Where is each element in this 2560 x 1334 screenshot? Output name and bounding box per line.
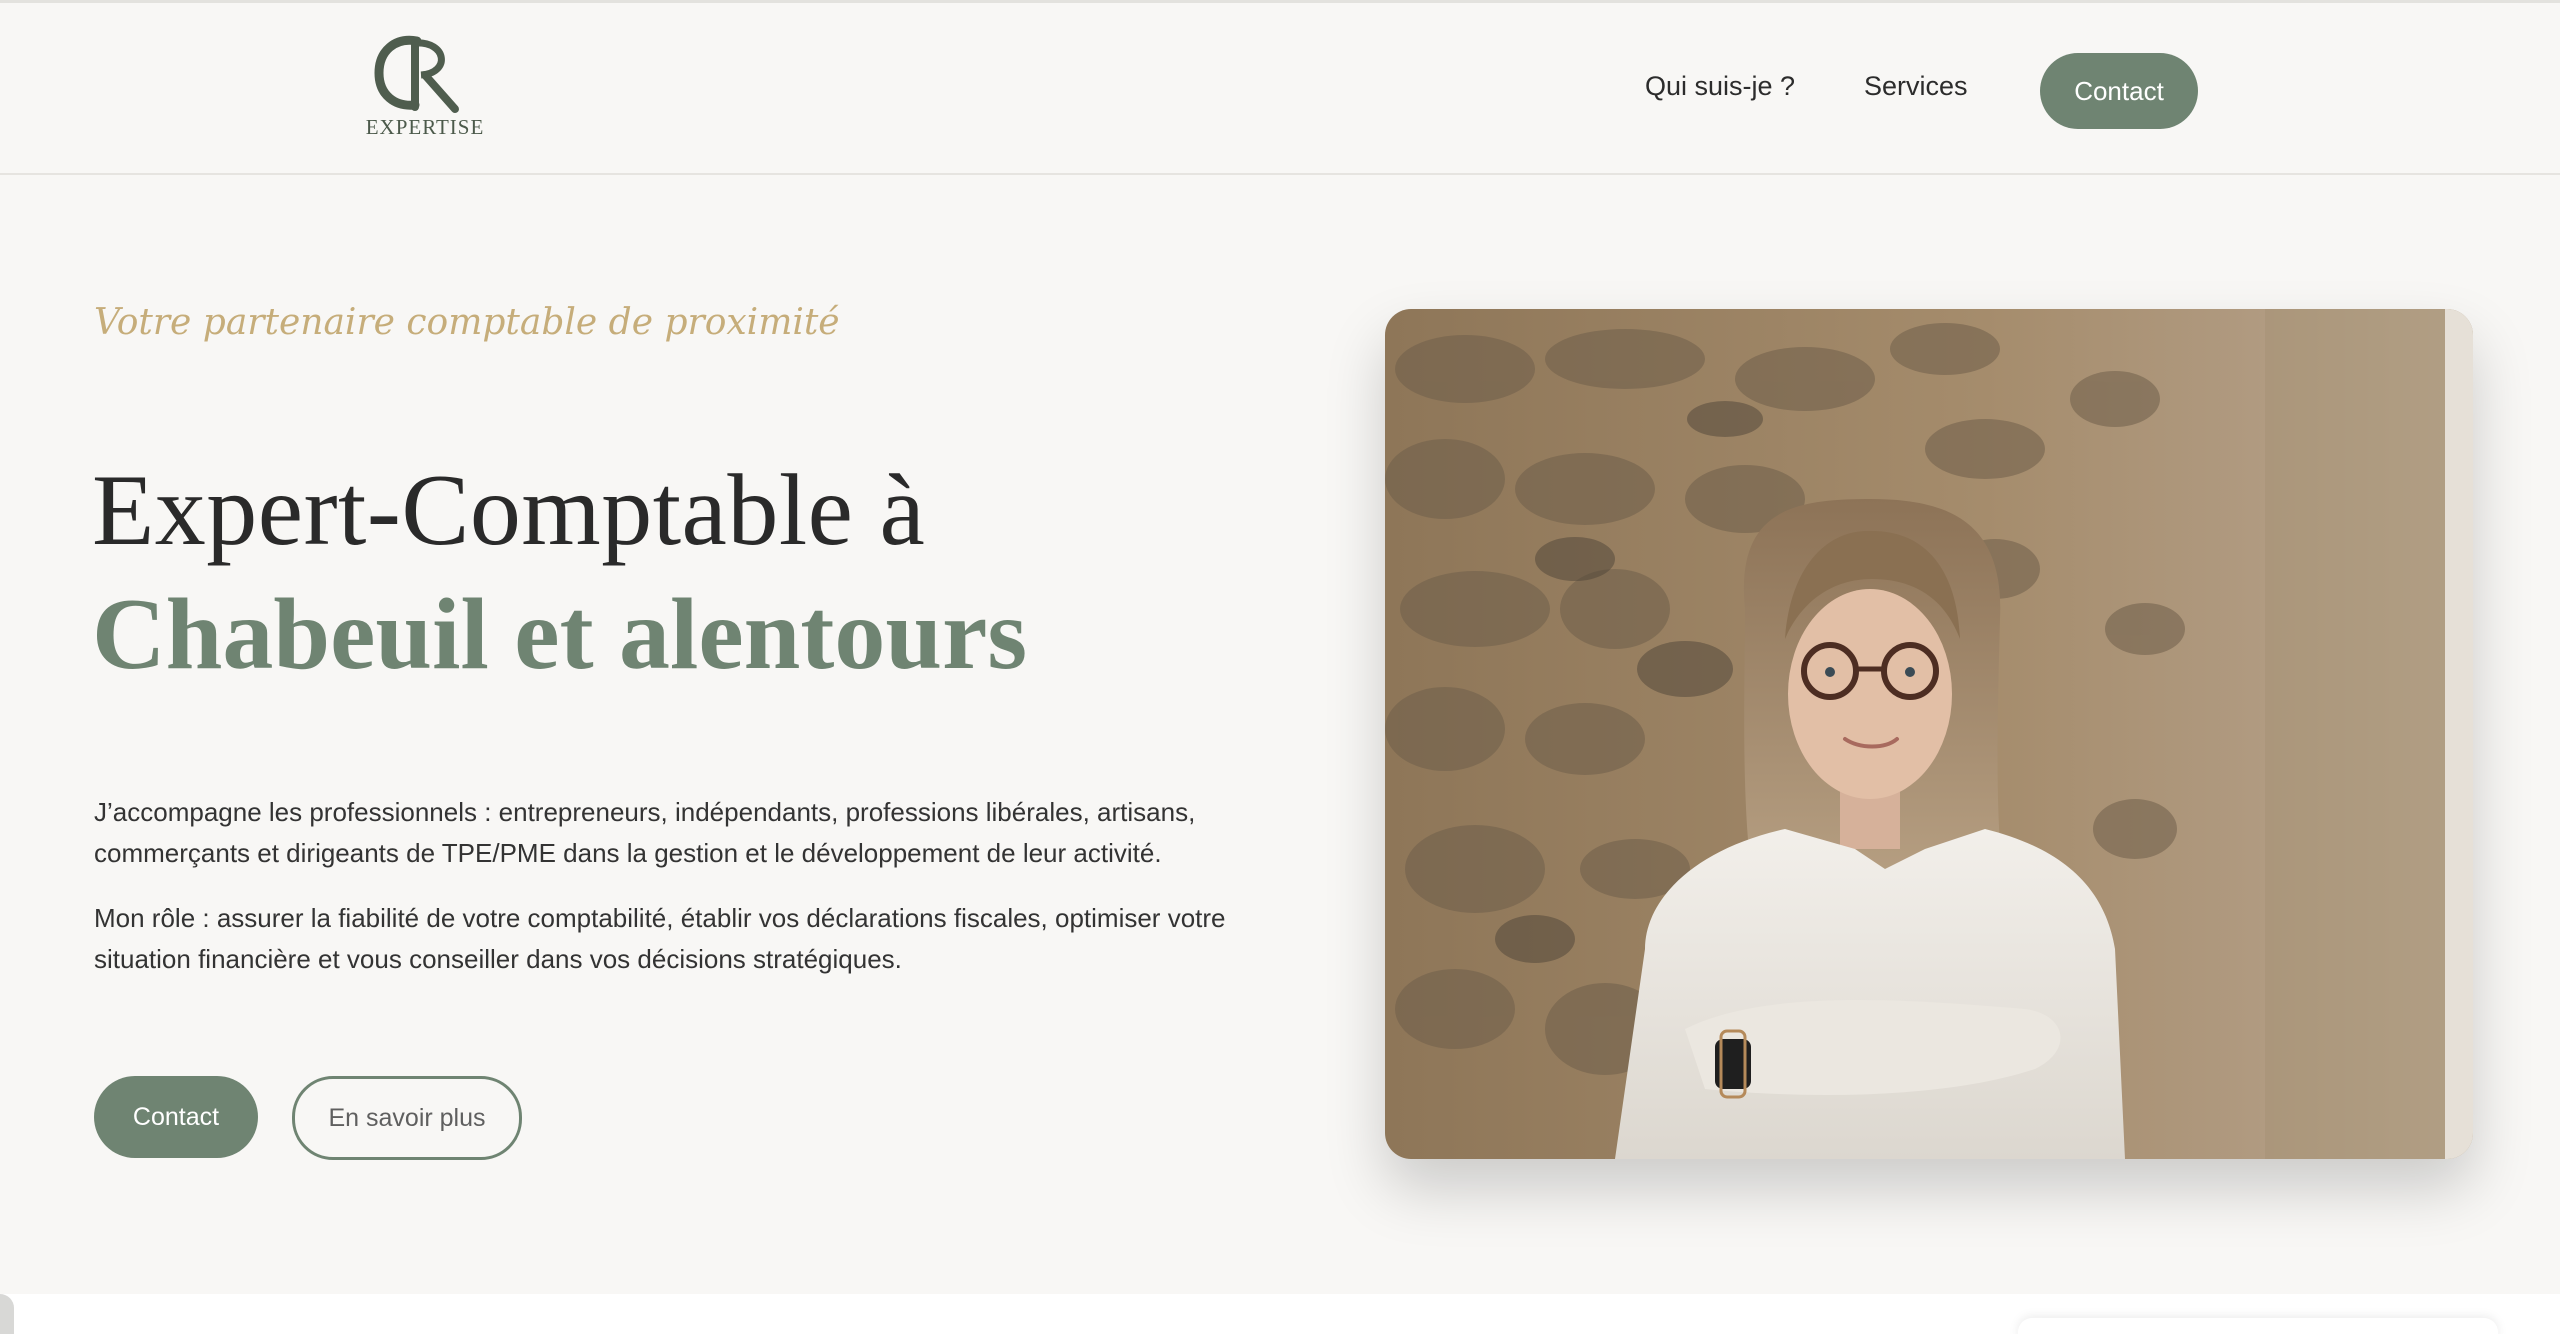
- window-corner: [0, 1294, 14, 1334]
- learn-more-button[interactable]: En savoir plus: [292, 1076, 522, 1160]
- portrait-photo: [1385, 309, 2473, 1159]
- nav-link-qui-suis-je[interactable]: Qui suis-je ?: [1645, 71, 1795, 102]
- hero-title-line2: Chabeuil et alentours: [92, 578, 1028, 691]
- hero-contact-button[interactable]: Contact: [94, 1076, 258, 1158]
- hero-tagline: Votre partenaire comptable de proximité: [94, 302, 840, 343]
- logo-text: EXPERTISE: [365, 115, 485, 139]
- logo[interactable]: EXPERTISE: [355, 33, 495, 153]
- nav-link-services[interactable]: Services: [1864, 71, 1968, 102]
- hero-paragraph-1: J’accompagne les professionnels : entrep…: [94, 797, 1196, 868]
- hero-title-line1: Expert-Comptable à: [92, 454, 926, 567]
- logo-monogram-icon: [374, 35, 459, 113]
- portrait-image: [1385, 309, 2473, 1159]
- site-header: EXPERTISE Qui suis-je ? Services Contact: [0, 3, 2560, 175]
- hero-paragraph-2: Mon rôle : assurer la fiabilité de votre…: [94, 903, 1226, 974]
- header-contact-button[interactable]: Contact: [2040, 53, 2198, 129]
- page: EXPERTISE Qui suis-je ? Services Contact…: [0, 0, 2560, 1334]
- floating-card: [2018, 1318, 2498, 1334]
